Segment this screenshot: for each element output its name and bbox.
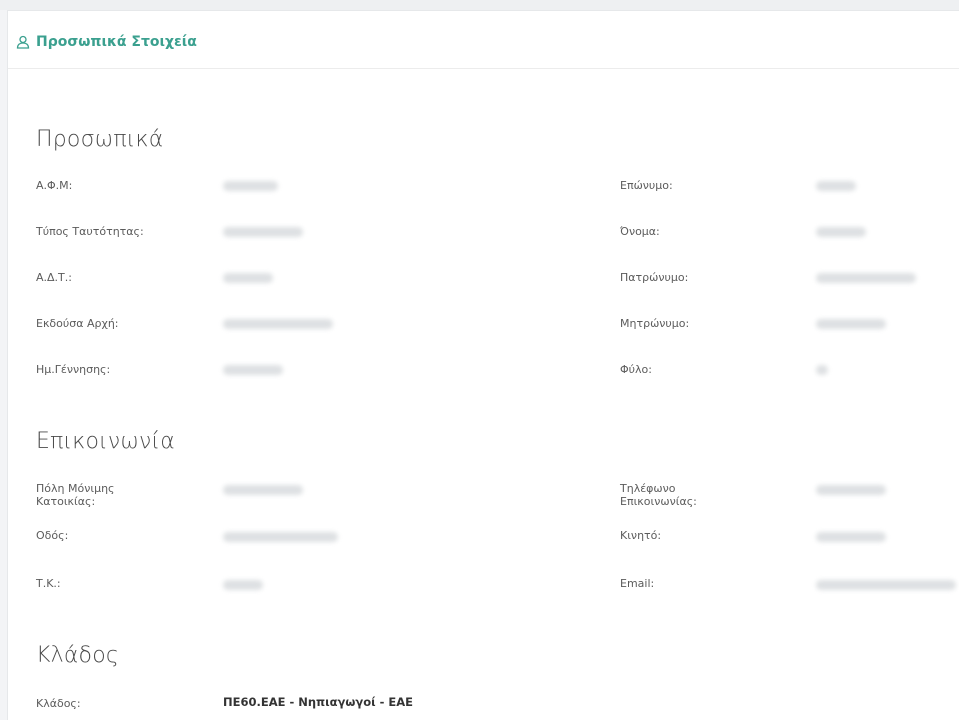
section-title-branch: Κλάδος: [36, 643, 119, 668]
personal-info-card: Προσωπικά Στοιχεία Προσωπικά Α.Φ.Μ: Επών…: [7, 10, 959, 720]
label-issuing-authority: Εκδούσα Αρχή:: [36, 317, 119, 330]
value-fathers-name-redacted: [816, 273, 916, 283]
value-surname-redacted: [816, 181, 856, 191]
section-title-contact: Επικοινωνία: [36, 429, 175, 454]
value-street-redacted: [223, 532, 338, 542]
label-city: Πόλη Μόνιμης Κατοικίας:: [36, 482, 115, 508]
label-email: Email:: [620, 577, 655, 590]
label-afm: Α.Φ.Μ:: [36, 179, 73, 192]
user-icon: [16, 35, 30, 49]
label-surname: Επώνυμο:: [620, 179, 673, 192]
value-issuing-authority-redacted: [223, 319, 333, 329]
value-city-redacted: [223, 485, 303, 495]
section-title-personal: Προσωπικά: [36, 127, 164, 152]
value-branch: ΠΕ60.ΕΑΕ - Νηπιαγωγοί - ΕΑΕ: [223, 695, 413, 709]
label-postal-code: Τ.Κ.:: [36, 577, 61, 590]
value-mobile-redacted: [816, 532, 886, 542]
top-strip: [0, 0, 959, 10]
label-id-type: Τύπος Ταυτότητας:: [36, 225, 144, 238]
label-mobile: Κινητό:: [620, 529, 662, 542]
value-id-type-redacted: [223, 227, 303, 237]
label-branch: Κλάδος:: [36, 697, 81, 710]
value-afm-redacted: [223, 181, 278, 191]
card-header: Προσωπικά Στοιχεία: [8, 11, 959, 69]
label-name: Όνομα:: [620, 225, 660, 238]
label-fathers-name: Πατρώνυμο:: [620, 271, 689, 284]
value-postal-code-redacted: [223, 580, 263, 590]
value-phone-redacted: [816, 485, 886, 495]
label-mothers-name: Μητρώνυμο:: [620, 317, 690, 330]
label-adt: Α.Δ.Τ.:: [36, 271, 72, 284]
label-birth-date: Ημ.Γέννησης:: [36, 363, 111, 376]
value-birth-date-redacted: [223, 365, 283, 375]
card-title-text: Προσωπικά Στοιχεία: [36, 34, 197, 50]
value-adt-redacted: [223, 273, 273, 283]
value-gender-redacted: [816, 365, 828, 375]
card-title: Προσωπικά Στοιχεία: [16, 34, 197, 50]
label-phone: Τηλέφωνο Επικοινωνίας:: [620, 482, 697, 508]
value-email-redacted: [816, 580, 956, 590]
value-name-redacted: [816, 227, 866, 237]
label-street: Οδός:: [36, 529, 69, 542]
label-gender: Φύλο:: [620, 363, 652, 376]
value-mothers-name-redacted: [816, 319, 886, 329]
